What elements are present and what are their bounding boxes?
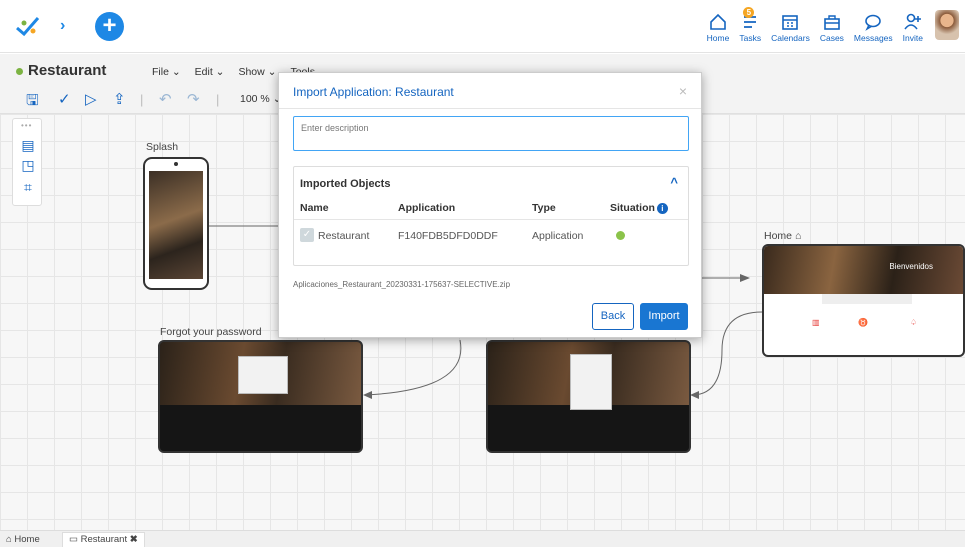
- menu-feature-icon: ▥: [812, 318, 820, 327]
- close-icon[interactable]: ×: [679, 83, 687, 99]
- import-filename: Aplicaciones_Restaurant_20230331-175637-…: [293, 280, 511, 289]
- column-header-application: Application: [398, 202, 456, 214]
- tab-restaurant[interactable]: ▭ Restaurant ✖: [62, 532, 145, 547]
- row-checkbox[interactable]: ✓: [300, 228, 314, 242]
- bottom-tabs: ⌂ Home ▭ Restaurant ✖: [0, 530, 965, 547]
- page-form-card: [238, 356, 288, 394]
- import-application-dialog: Import Application: Restaurant × Enter d…: [278, 72, 702, 338]
- login-node[interactable]: [486, 340, 691, 453]
- description-input[interactable]: Enter description: [293, 116, 689, 151]
- phone-camera: [174, 162, 178, 166]
- page-hero: [764, 246, 963, 294]
- imported-objects-title: Imported Objects: [300, 178, 391, 190]
- dialog-header: Import Application: Restaurant ×: [279, 73, 701, 109]
- back-button[interactable]: Back: [592, 303, 634, 330]
- close-tab-icon[interactable]: ✖: [130, 534, 138, 545]
- column-header-situation-text: Situation: [610, 202, 655, 214]
- home-welcome-text: Bienvenidos: [889, 262, 933, 271]
- info-icon[interactable]: i: [656, 203, 668, 214]
- situation-status-dot: [616, 231, 625, 240]
- import-button[interactable]: Import: [640, 303, 688, 330]
- forgot-password-node[interactable]: [158, 340, 363, 453]
- imported-objects-panel: Imported Objects ^ Name Application Type…: [293, 166, 689, 266]
- home-node[interactable]: Bienvenidos ▥ ♉ ♤: [762, 244, 965, 357]
- splash-preview: [149, 171, 203, 279]
- node-label-home-text: Home: [764, 230, 793, 242]
- table-divider: [294, 219, 688, 220]
- cell-name: Restaurant: [318, 230, 370, 242]
- column-header-situation: Situation i: [610, 202, 668, 214]
- cell-application: F140FDB5DFD0DDF: [398, 230, 498, 242]
- home-icon: ⌂: [6, 534, 12, 545]
- page-footer: [488, 405, 689, 451]
- dialog-title: Import Application: Restaurant: [293, 85, 454, 99]
- splash-node[interactable]: [143, 157, 209, 290]
- chevron-up-icon[interactable]: ^: [670, 175, 678, 190]
- node-label-splash: Splash: [146, 141, 179, 153]
- tab-restaurant-label: Restaurant: [80, 534, 128, 545]
- node-label-forgot-password: Forgot your password: [160, 326, 262, 338]
- cell-type: Application: [532, 230, 584, 242]
- node-label-home: Home ⌂: [764, 230, 801, 242]
- column-header-type: Type: [532, 202, 556, 214]
- tab-home[interactable]: ⌂ Home: [6, 534, 40, 545]
- cake-feature-icon: ♤: [910, 318, 918, 327]
- page-footer: [160, 405, 361, 451]
- page-form-card: [570, 354, 612, 410]
- cup-feature-icon: ♉: [858, 318, 868, 327]
- tab-home-label: Home: [14, 534, 40, 545]
- window-icon: ▭: [69, 534, 78, 545]
- page-banner: [822, 294, 912, 304]
- home-icon: ⌂: [794, 230, 802, 242]
- column-header-name: Name: [300, 202, 329, 214]
